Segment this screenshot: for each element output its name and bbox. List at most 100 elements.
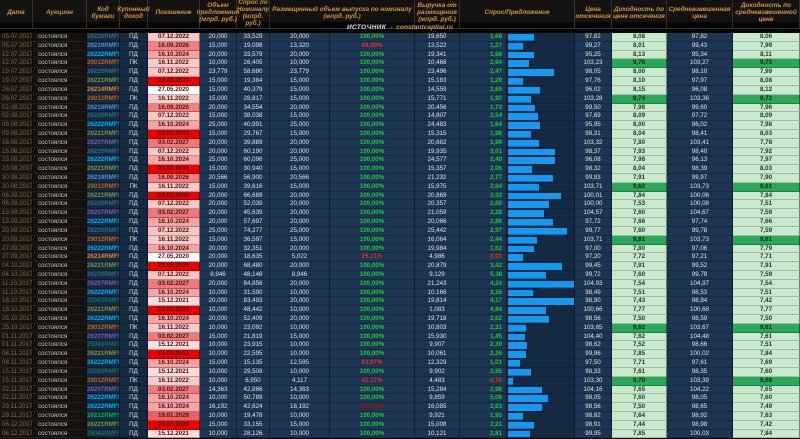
cell-security-code[interactable]: 26220RMFS <box>87 227 120 236</box>
cell-wavg-price[interactable]: 103,36 <box>667 95 733 104</box>
cell-demand-bar[interactable] <box>507 121 575 130</box>
cell-offer-volume[interactable]: 10,000 <box>200 377 237 386</box>
cell-date[interactable]: 25.10.2017 <box>0 324 33 333</box>
cell-placed-percent[interactable]: 100,00% <box>330 33 415 42</box>
cell-demand-bar[interactable] <box>507 200 575 209</box>
cell-bid-cover-ratio[interactable]: 1,99 <box>460 139 507 148</box>
cell-wavg-yield[interactable]: 7,63 <box>733 412 800 421</box>
cell-cutoff-yield[interactable]: 7,60 <box>612 209 667 218</box>
cell-auction-status[interactable]: состоялся <box>33 86 87 95</box>
cell-revenue[interactable]: 9,907 <box>415 341 460 350</box>
cell-demand-bar[interactable] <box>507 174 575 183</box>
cell-auction-status[interactable]: состоялся <box>33 315 87 324</box>
cell-cutoff-price[interactable]: 103,28 <box>575 95 612 104</box>
cell-demand[interactable]: 23,915 <box>237 341 270 350</box>
cell-revenue[interactable]: 10,466 <box>415 59 460 68</box>
cell-coupon-type[interactable]: ПД <box>120 68 148 77</box>
cell-offer-volume[interactable]: 20,000 <box>200 280 237 289</box>
cell-placed-volume[interactable]: 20,000 <box>270 218 330 227</box>
cell-placed-volume[interactable]: 20,000 <box>270 200 330 209</box>
cell-placed-percent[interactable]: 100,00% <box>330 280 415 289</box>
cell-security-code[interactable]: 29012RMFS <box>87 377 120 386</box>
cell-demand[interactable]: 45,639 <box>237 209 270 218</box>
table-row[interactable]: 11.10.2017состоялся26207RMFSПД03.02.2027… <box>0 280 800 289</box>
cell-demand-bar[interactable] <box>507 341 575 350</box>
cell-cutoff-yield[interactable]: 7,65 <box>612 386 667 395</box>
cell-security-code[interactable]: 26220RMFS <box>87 68 120 77</box>
cell-offer-volume[interactable]: 20,566 <box>200 174 237 183</box>
cell-wavg-yield[interactable]: 8,03 <box>733 130 800 139</box>
table-row[interactable]: 26.07.2017состоялся29012RMFSПК16.11.2022… <box>0 95 800 104</box>
cell-cutoff-price[interactable]: 98,56 <box>575 315 612 324</box>
cell-demand-bar[interactable] <box>507 192 575 201</box>
cell-date[interactable]: 18.10.2017 <box>0 297 33 306</box>
cell-offer-volume[interactable]: 20,000 <box>200 51 237 60</box>
cell-revenue[interactable]: 10,121 <box>415 430 460 439</box>
cell-auction-status[interactable]: состоялся <box>33 165 87 174</box>
cell-maturity-date[interactable]: 16.10.2024 <box>148 315 200 324</box>
cell-placed-volume[interactable]: 15,000 <box>270 130 330 139</box>
cell-demand[interactable]: 19,384 <box>237 77 270 86</box>
cell-coupon-type[interactable]: ПД <box>120 192 148 201</box>
cell-date[interactable]: 26.07.2017 <box>0 86 33 95</box>
cell-revenue[interactable]: 1,083 <box>415 306 460 315</box>
cell-revenue[interactable]: 15,357 <box>415 165 460 174</box>
cell-cutoff-yield[interactable]: 7,77 <box>612 306 667 315</box>
table-row[interactable]: 06.09.2017состоялся26221RMFSПД23.03.2033… <box>0 192 800 201</box>
cell-demand[interactable]: 60,096 <box>237 156 270 165</box>
cell-cutoff-price[interactable]: 99,96 <box>575 350 612 359</box>
cell-auction-status[interactable]: состоялся <box>33 324 87 333</box>
cell-maturity-date[interactable]: 23.03.2033 <box>148 306 200 315</box>
cell-placed-volume[interactable]: 20,000 <box>270 33 330 42</box>
cell-bid-cover-ratio[interactable]: 2,06 <box>460 165 507 174</box>
cell-offer-volume[interactable]: 10,000 <box>200 289 237 298</box>
cell-maturity-date[interactable]: 16.11.2022 <box>148 183 200 192</box>
cell-demand-bar[interactable] <box>507 86 575 95</box>
cell-security-code[interactable]: 25083RMFS <box>87 368 120 377</box>
cell-demand-bar[interactable] <box>507 359 575 368</box>
table-row[interactable]: 08.11.2017состоялся26222RMFSПД16.10.2024… <box>0 359 800 368</box>
cell-cutoff-yield[interactable]: 7,50 <box>612 315 667 324</box>
cell-offer-volume[interactable]: 20,000 <box>200 253 237 262</box>
cell-auction-status[interactable]: состоялся <box>33 280 87 289</box>
cell-wavg-price[interactable]: 98,59 <box>667 315 733 324</box>
cell-placed-percent[interactable]: 100,00% <box>330 209 415 218</box>
cell-bid-cover-ratio[interactable]: 4,24 <box>460 280 507 289</box>
cell-date[interactable]: 26.07.2017 <box>0 95 33 104</box>
cell-security-code[interactable]: 26220RMFS <box>87 33 120 42</box>
cell-wavg-yield[interactable]: 7,59 <box>733 227 800 236</box>
cell-auction-status[interactable]: состоялся <box>33 130 87 139</box>
cell-maturity-date[interactable]: 16.10.2024 <box>148 156 200 165</box>
cell-bid-cover-ratio[interactable]: 1,95 <box>460 412 507 421</box>
cell-security-code[interactable]: 29012RMFS <box>87 95 120 104</box>
cell-date[interactable]: 05.07.2017 <box>0 33 33 42</box>
cell-demand[interactable]: 48,148 <box>237 271 270 280</box>
cell-auction-status[interactable]: состоялся <box>33 156 87 165</box>
cell-demand[interactable]: 36,597 <box>237 236 270 245</box>
cell-cutoff-yield[interactable]: 8,09 <box>612 112 667 121</box>
cell-revenue[interactable]: 20,869 <box>415 192 460 201</box>
cell-auction-status[interactable]: состоялся <box>33 350 87 359</box>
cell-date[interactable]: 08.11.2017 <box>0 350 33 359</box>
cell-wavg-price[interactable]: 99,97 <box>667 174 733 183</box>
cell-wavg-price[interactable]: 98,98 <box>667 421 733 430</box>
cell-bid-cover-ratio[interactable]: 2,77 <box>460 174 507 183</box>
cell-placed-volume[interactable]: 20,000 <box>270 245 330 254</box>
cell-offer-volume[interactable]: 20,000 <box>200 139 237 148</box>
cell-auction-status[interactable]: состоялся <box>33 253 87 262</box>
cell-demand-bar[interactable] <box>507 95 575 104</box>
cell-maturity-date[interactable]: 07.12.2022 <box>148 148 200 157</box>
cell-placed-volume[interactable]: 10,000 <box>270 412 330 421</box>
cell-placed-volume[interactable]: 15,000 <box>270 333 330 342</box>
cell-placed-percent[interactable]: 100,00% <box>330 59 415 68</box>
cell-placed-volume[interactable]: 20,000 <box>270 51 330 60</box>
cell-wavg-yield[interactable]: 8,11 <box>733 51 800 60</box>
cell-wavg-price[interactable]: 100,06 <box>667 192 733 201</box>
cell-offer-volume[interactable]: 20,000 <box>200 148 237 157</box>
cell-auction-status[interactable]: состоялся <box>33 297 87 306</box>
cell-cutoff-price[interactable]: 100,01 <box>575 192 612 201</box>
cell-offer-volume[interactable]: 20,000 <box>200 209 237 218</box>
cell-offer-volume[interactable]: 20,000 <box>200 297 237 306</box>
cell-date[interactable]: 22.11.2017 <box>0 386 33 395</box>
cell-placed-percent[interactable]: 100,00% <box>330 350 415 359</box>
